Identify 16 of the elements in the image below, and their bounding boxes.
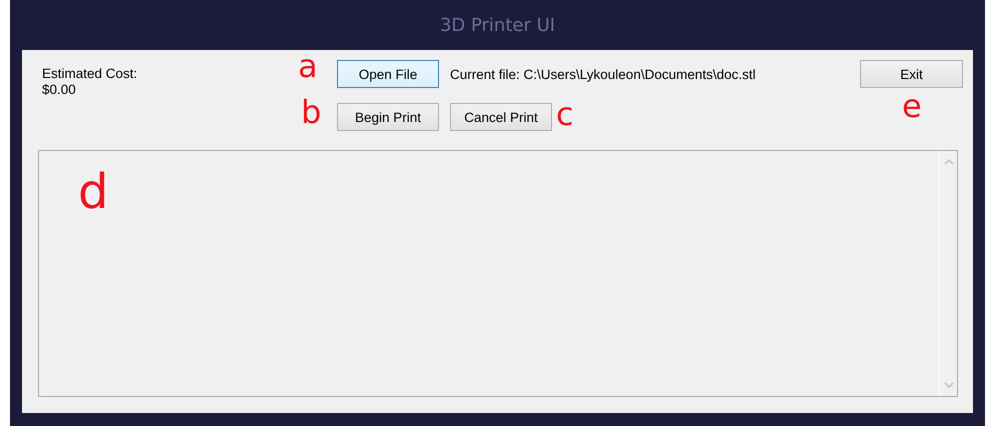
- annotation-letter: d: [78, 168, 108, 216]
- annotation-letter: c: [556, 98, 574, 130]
- output-text-area[interactable]: [38, 150, 958, 397]
- scroll-up-icon[interactable]: [944, 159, 954, 165]
- begin-print-button[interactable]: Begin Print: [337, 103, 439, 131]
- exit-button[interactable]: Exit: [860, 60, 963, 88]
- annotation-letter: a: [298, 50, 318, 82]
- window-title: 3D Printer UI: [440, 14, 556, 36]
- cancel-print-button[interactable]: Cancel Print: [450, 103, 552, 131]
- current-file-label: Current file: C:\Users\Lykouleon\Documents\doc.stl: [450, 66, 756, 82]
- open-file-button[interactable]: Open File: [337, 60, 439, 88]
- annotation-letter: e: [902, 90, 922, 122]
- estimated-cost-label: Estimated Cost:: [42, 66, 138, 82]
- annotation-letter: b: [301, 96, 322, 128]
- scroll-down-icon[interactable]: [944, 382, 954, 388]
- estimated-cost-value: $0.00: [42, 82, 76, 98]
